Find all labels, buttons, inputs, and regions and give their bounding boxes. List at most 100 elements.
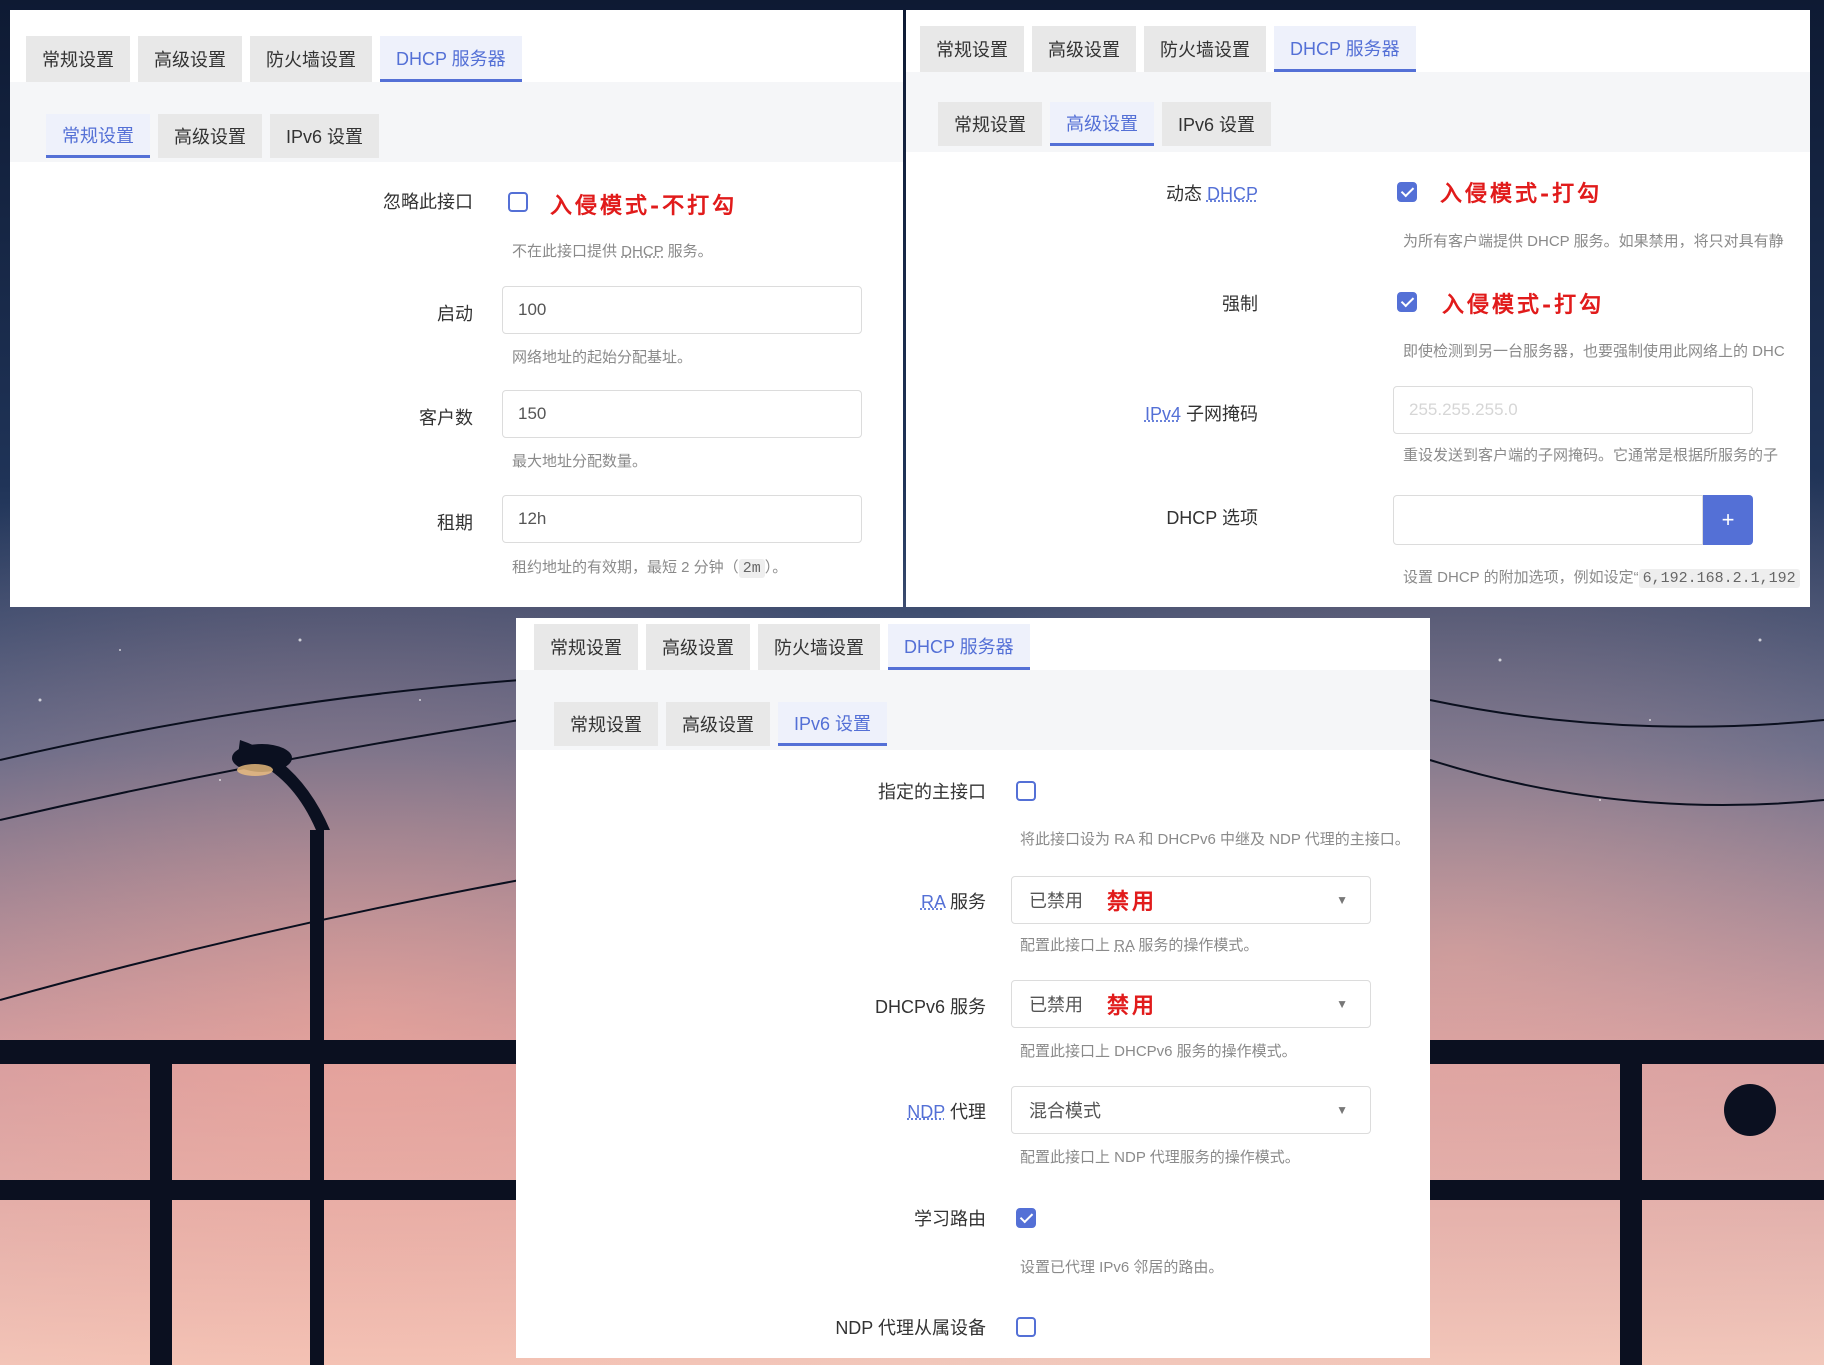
- dhcpv6-service-label: DHCPv6 服务: [874, 997, 986, 1017]
- annotation-dhcpv6: 禁用: [1107, 993, 1158, 1019]
- label-text: 子网掩码: [1180, 404, 1258, 424]
- tab-firewall[interactable]: 防火墙设置: [1144, 26, 1266, 72]
- hint-text: ）。: [764, 559, 788, 576]
- label-text: 动态: [1165, 184, 1207, 204]
- subtab-ipv6[interactable]: IPv6 设置: [270, 114, 380, 158]
- hint-text: 不在此接口提供: [512, 243, 622, 260]
- learn-routes-label: 学习路由: [914, 1209, 986, 1229]
- dhcp-abbr: DHCP: [1206, 184, 1258, 204]
- limit-hint: 最大地址分配数量。: [512, 453, 648, 470]
- tab-general[interactable]: 常规设置: [534, 624, 638, 670]
- master-interface-checkbox[interactable]: [1016, 781, 1036, 801]
- force-hint: 即使检测到另一台服务器，也要强制使用此网络上的 DHC: [1403, 343, 1785, 360]
- subtab-advanced[interactable]: 高级设置: [158, 114, 262, 158]
- panel-ipv6-settings: 常规设置 高级设置 防火墙设置 DHCP 服务器 常规设置 高级设置 IPv6 …: [516, 618, 1430, 1358]
- dhcp-options-input[interactable]: [1393, 495, 1703, 545]
- tab-advanced[interactable]: 高级设置: [646, 624, 750, 670]
- ndp-abbr: NDP: [907, 1102, 945, 1122]
- label-text: 代理: [944, 1102, 986, 1122]
- dhcpv6-service-select[interactable]: 已禁用 禁用 ▼: [1011, 980, 1371, 1028]
- master-interface-hint: 将此接口设为 RA 和 DHCPv6 中继及 NDP 代理的主接口。: [1020, 831, 1410, 848]
- start-hint: 网络地址的起始分配基址。: [512, 349, 693, 366]
- dhcp-options-hint: 设置 DHCP 的附加选项，例如设定“ 6,192.168.2.1,192: [1403, 566, 1800, 588]
- force-label: 强制: [1222, 294, 1258, 314]
- subtab-ipv6[interactable]: IPv6 设置: [1162, 102, 1272, 146]
- lease-code: 2m: [738, 559, 765, 578]
- tab-firewall[interactable]: 防火墙设置: [758, 624, 880, 670]
- netmask-label: IPv4 子网掩码: [1145, 400, 1258, 426]
- chevron-down-icon: ▼: [1336, 997, 1348, 1011]
- ignore-interface-hint: 不在此接口提供 DHCP 服务。: [512, 240, 713, 261]
- select-value: 混合模式: [1029, 1101, 1101, 1121]
- annotation-ra: 禁用: [1107, 889, 1158, 915]
- subtab-general[interactable]: 常规设置: [554, 702, 658, 746]
- lease-label: 租期: [437, 513, 473, 533]
- tab-dhcp-server[interactable]: DHCP 服务器: [1274, 26, 1416, 72]
- tab-general[interactable]: 常规设置: [920, 26, 1024, 72]
- sub-tabbar: 常规设置 高级设置 IPv6 设置: [554, 702, 888, 746]
- netmask-input[interactable]: 255.255.255.0: [1393, 386, 1753, 434]
- limit-input[interactable]: 150: [502, 390, 862, 438]
- subtab-general[interactable]: 常规设置: [938, 102, 1042, 146]
- subtab-advanced[interactable]: 高级设置: [1050, 102, 1154, 146]
- dhcp-abbr: DHCP: [621, 243, 664, 260]
- annotation-ignore: 入侵模式-不打勾: [550, 193, 738, 219]
- options-code: 6,192.168.2.1,192: [1638, 569, 1800, 588]
- dhcpv6-service-hint: 配置此接口上 DHCPv6 服务的操作模式。: [1020, 1043, 1297, 1060]
- hint-text: 服务的操作模式。: [1134, 937, 1259, 954]
- annotation-force: 入侵模式-打勾: [1442, 292, 1605, 318]
- sub-tabbar: 常规设置 高级设置 IPv6 设置: [46, 114, 380, 158]
- tab-advanced[interactable]: 高级设置: [1032, 26, 1136, 72]
- hint-text: 服务。: [663, 243, 713, 260]
- ra-service-hint: 配置此接口上 RA 服务的操作模式。: [1020, 934, 1258, 955]
- add-option-button[interactable]: +: [1703, 495, 1753, 545]
- select-value: 已禁用: [1029, 995, 1083, 1015]
- learn-routes-hint: 设置已代理 IPv6 邻居的路由。: [1020, 1259, 1224, 1276]
- hint-text: 设置 DHCP 的附加选项，例如设定“: [1403, 569, 1639, 586]
- ra-abbr: RA: [1114, 937, 1135, 954]
- panel-advanced-settings: 常规设置 高级设置 防火墙设置 DHCP 服务器 常规设置 高级设置 IPv6 …: [906, 10, 1810, 607]
- tab-dhcp-server[interactable]: DHCP 服务器: [888, 624, 1030, 670]
- start-label: 启动: [437, 304, 473, 324]
- lease-hint: 租约地址的有效期，最短 2 分钟（ 2m）。: [512, 556, 788, 578]
- annotation-dynamic: 入侵模式-打勾: [1440, 181, 1603, 207]
- subtab-ipv6[interactable]: IPv6 设置: [778, 702, 888, 746]
- subtab-advanced[interactable]: 高级设置: [666, 702, 770, 746]
- hint-text: 租约地址的有效期，最短 2 分钟（: [512, 559, 739, 576]
- ndp-slave-label: NDP 代理从属设备: [835, 1318, 986, 1338]
- select-value: 已禁用: [1029, 891, 1083, 911]
- ipv4-abbr: IPv4: [1144, 404, 1181, 424]
- tab-advanced[interactable]: 高级设置: [138, 36, 242, 82]
- dynamic-dhcp-hint: 为所有客户端提供 DHCP 服务。如果禁用，将只对具有静: [1403, 233, 1784, 250]
- panel-general-settings: 常规设置 高级设置 防火墙设置 DHCP 服务器 常规设置 高级设置 IPv6 …: [10, 10, 903, 607]
- ndp-slave-checkbox[interactable]: [1016, 1317, 1036, 1337]
- dynamic-dhcp-checkbox[interactable]: [1397, 182, 1417, 202]
- ndp-proxy-hint: 配置此接口上 NDP 代理服务的操作模式。: [1020, 1149, 1300, 1166]
- dhcp-options-label: DHCP 选项: [1166, 508, 1258, 528]
- ignore-interface-label: 忽略此接口: [383, 192, 473, 212]
- ndp-proxy-select[interactable]: 混合模式 ▼: [1011, 1086, 1371, 1134]
- main-tabbar: 常规设置 高级设置 防火墙设置 DHCP 服务器: [26, 36, 522, 82]
- netmask-hint: 重设发送到客户端的子网掩码。它通常是根据所服务的子: [1403, 447, 1779, 464]
- chevron-down-icon: ▼: [1336, 1103, 1348, 1117]
- tab-firewall[interactable]: 防火墙设置: [250, 36, 372, 82]
- lease-input[interactable]: 12h: [502, 495, 862, 543]
- limit-label: 客户数: [419, 408, 473, 428]
- force-checkbox[interactable]: [1397, 292, 1417, 312]
- learn-routes-checkbox[interactable]: [1016, 1208, 1036, 1228]
- ra-service-label: RA 服务: [921, 888, 986, 914]
- sub-tabbar: 常规设置 高级设置 IPv6 设置: [938, 102, 1272, 146]
- ndp-proxy-label: NDP 代理: [907, 1098, 986, 1124]
- main-tabbar: 常规设置 高级设置 防火墙设置 DHCP 服务器: [534, 624, 1030, 670]
- main-tabbar: 常规设置 高级设置 防火墙设置 DHCP 服务器: [920, 26, 1416, 72]
- dynamic-dhcp-label: 动态 DHCP: [1166, 180, 1258, 206]
- ra-abbr: RA: [920, 892, 945, 912]
- ra-service-select[interactable]: 已禁用 禁用 ▼: [1011, 876, 1371, 924]
- chevron-down-icon: ▼: [1336, 893, 1348, 907]
- subtab-general[interactable]: 常规设置: [46, 114, 150, 158]
- master-interface-label: 指定的主接口: [878, 782, 986, 802]
- tab-general[interactable]: 常规设置: [26, 36, 130, 82]
- tab-dhcp-server[interactable]: DHCP 服务器: [380, 36, 522, 82]
- ignore-interface-checkbox[interactable]: [508, 192, 528, 212]
- start-input[interactable]: 100: [502, 286, 862, 334]
